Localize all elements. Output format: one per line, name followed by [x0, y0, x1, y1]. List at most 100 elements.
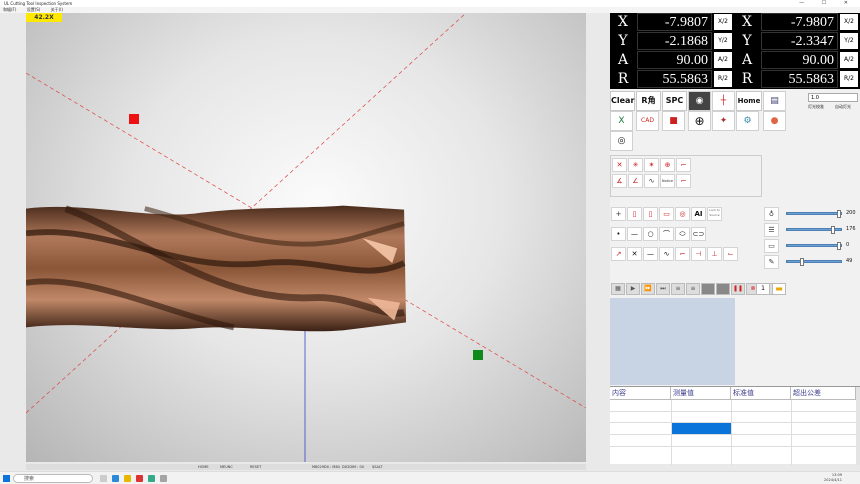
half-x-button-2[interactable]: X/2: [840, 14, 858, 30]
spc-button[interactable]: SPC: [662, 91, 687, 111]
stop-icon[interactable]: [701, 283, 715, 295]
half-x-button[interactable]: X/2: [714, 14, 732, 30]
settings-icon[interactable]: ⚙: [736, 111, 759, 131]
pause-icon[interactable]: ❚❚: [731, 283, 745, 295]
zoom-select[interactable]: 1.0: [808, 93, 858, 102]
menu-about[interactable]: 关于(I): [51, 7, 63, 12]
half-a-button[interactable]: A/2: [714, 52, 732, 68]
status-bar: HOME MEUNC RESET M8029DX : M84 DX2DIM : …: [26, 464, 586, 470]
end-mill-image: [26, 205, 407, 332]
angle-icon[interactable]: ∡: [612, 174, 627, 188]
explorer-icon[interactable]: [124, 475, 131, 482]
mouse-icon[interactable]: ▯: [627, 207, 642, 221]
corner-icon[interactable]: ⌐: [676, 158, 691, 172]
report-icon[interactable]: ▤: [763, 91, 786, 111]
taskbar-search[interactable]: 搜索: [13, 474, 93, 483]
menu-file[interactable]: 和幅(F): [3, 7, 16, 12]
windows-start-icon[interactable]: [3, 475, 10, 482]
slider-knob[interactable]: [837, 210, 841, 218]
list-icon[interactable]: ≡: [686, 283, 700, 295]
mouse-icon[interactable]: ▯: [643, 207, 658, 221]
clear-button[interactable]: Clear: [610, 91, 635, 111]
cross-icon[interactable]: +: [611, 207, 626, 221]
camera-lens-icon[interactable]: ◉: [688, 91, 711, 111]
fast-forward-icon[interactable]: ⏩: [641, 283, 655, 295]
app-icon[interactable]: [148, 475, 155, 482]
slider-knob[interactable]: [799, 258, 804, 266]
menu-settings[interactable]: 设置(S): [27, 7, 41, 12]
task-view-icon[interactable]: [100, 475, 107, 482]
light-slider-2[interactable]: [786, 226, 842, 234]
corner-icon[interactable]: ⌐: [675, 247, 690, 261]
circle-center-icon[interactable]: ⊕: [660, 158, 675, 172]
light-calibrate-button[interactable]: 灯光校准: [808, 104, 824, 110]
step-icon[interactable]: ⌐: [676, 174, 691, 188]
notch-icon[interactable]: ⊥: [707, 247, 722, 261]
notice-button[interactable]: Notice: [660, 174, 675, 188]
list-icon[interactable]: ≡: [671, 283, 685, 295]
lock-to-source-button[interactable]: Lock to Source: [707, 207, 722, 221]
camera-viewport[interactable]: 42.2X: [26, 13, 586, 462]
point-icon[interactable]: •: [611, 227, 626, 241]
half-y-button[interactable]: Y/2: [714, 33, 732, 49]
app-icon[interactable]: [136, 475, 143, 482]
run-count[interactable]: 1: [756, 283, 770, 295]
step-forward-icon[interactable]: ⏭: [656, 283, 670, 295]
color-icon[interactable]: ●: [763, 111, 786, 131]
play-icon[interactable]: ▶: [626, 283, 640, 295]
program-icon[interactable]: ▦: [611, 283, 625, 295]
light-slider-3[interactable]: [786, 242, 842, 250]
edge-icon[interactable]: [112, 475, 119, 482]
red-marker[interactable]: [129, 114, 139, 124]
excel-icon[interactable]: X: [610, 111, 633, 131]
light-slider-4[interactable]: [786, 258, 842, 266]
auto-light-button[interactable]: 自动灯光: [835, 104, 851, 110]
r-corner-button[interactable]: R角: [636, 91, 661, 111]
stop-icon[interactable]: [716, 283, 730, 295]
ring-icon[interactable]: ◎: [675, 207, 690, 221]
window-controls[interactable]: — ☐ ✕: [799, 0, 856, 7]
camera-capture-icon[interactable]: ■: [662, 111, 685, 131]
line-angle-icon[interactable]: ✕: [612, 158, 627, 172]
half-r-button[interactable]: R/2: [714, 71, 732, 87]
angle-icon[interactable]: ∠: [628, 174, 643, 188]
selected-cell[interactable]: [671, 423, 731, 434]
step-icon[interactable]: ⊣: [691, 247, 706, 261]
crosshair-icon[interactable]: ┼: [712, 91, 735, 111]
dro-axis-label: X: [742, 14, 752, 30]
curve-icon[interactable]: ∿: [659, 247, 674, 261]
half-y-button-2[interactable]: Y/2: [840, 33, 858, 49]
folder-icon[interactable]: ▬: [772, 283, 786, 295]
arc-icon[interactable]: ⌒: [659, 227, 674, 241]
app-icon[interactable]: [160, 475, 167, 482]
slider-knob[interactable]: [836, 242, 841, 250]
slider-knob[interactable]: [831, 226, 835, 234]
circle-icon[interactable]: ○: [643, 227, 658, 241]
home-button[interactable]: Home: [736, 91, 762, 111]
half-r-button-2[interactable]: R/2: [840, 71, 858, 87]
target-icon[interactable]: ◎: [610, 131, 633, 151]
table-scrollbar[interactable]: [856, 387, 860, 465]
horizontal-line-icon[interactable]: —: [643, 247, 658, 261]
status-m8029: M8029DX : M84: [312, 465, 340, 469]
cad-icon[interactable]: CAD: [636, 111, 659, 131]
rounded-rect-icon[interactable]: ▭: [659, 207, 674, 221]
light-slider-1[interactable]: [786, 210, 842, 218]
probe-icon[interactable]: ↗: [611, 247, 626, 261]
green-marker[interactable]: [473, 350, 483, 360]
corner-icon[interactable]: ⌙: [723, 247, 738, 261]
zoom-icon[interactable]: ⊕: [688, 111, 711, 131]
ai-button[interactable]: AI: [691, 207, 706, 221]
intersect-icon[interactable]: ✕: [627, 247, 642, 261]
wave-icon[interactable]: ∿: [644, 174, 659, 188]
right-panel: X -7.9807 X/2 X -7.9807 X/2 Y -2.1868 Y/…: [610, 13, 860, 465]
half-a-button-2[interactable]: A/2: [840, 52, 858, 68]
dro-row-r: R 55.5863 R/2 R 55.5863 R/2: [610, 70, 860, 89]
line-icon[interactable]: —: [627, 227, 642, 241]
program-step-list[interactable]: [610, 298, 735, 385]
slot-icon[interactable]: ⊂⊃: [691, 227, 706, 241]
ellipse-icon[interactable]: ⬭: [675, 227, 690, 241]
line-angle-icon[interactable]: ✶: [644, 158, 659, 172]
auto-edge-icon[interactable]: ✦: [712, 111, 735, 131]
line-angle-icon[interactable]: ✳: [628, 158, 643, 172]
